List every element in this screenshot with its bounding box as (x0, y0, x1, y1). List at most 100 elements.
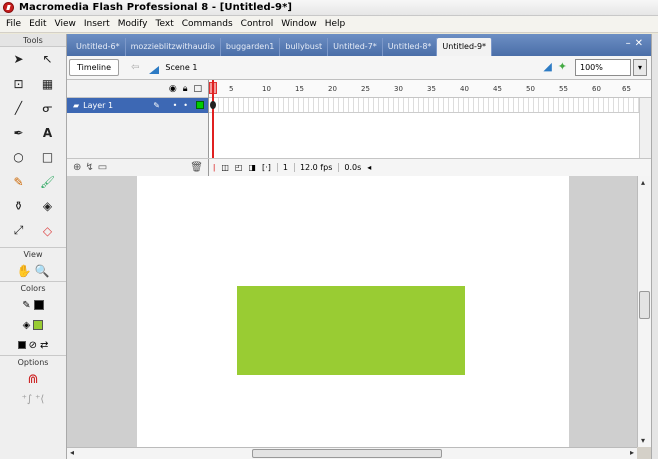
snap-magnet-icon[interactable]: ⋒ (28, 372, 39, 387)
scroll-right-icon[interactable]: ▸ (630, 448, 634, 457)
right-panel-edge[interactable] (651, 34, 658, 459)
frame-rate[interactable]: 12.0 fps (293, 163, 332, 172)
add-guide-icon[interactable]: ↯ (85, 162, 93, 173)
menu-window[interactable]: Window (277, 16, 321, 33)
scene-label[interactable]: Scene 1 (165, 63, 197, 72)
scroll-up-icon[interactable]: ▴ (641, 178, 645, 187)
fill-color-row: ◈ (0, 315, 66, 335)
zoom-tool-icon[interactable]: 🔍 (35, 264, 50, 278)
edit-symbol-icon[interactable]: ✦ (558, 60, 567, 73)
horizontal-scroll-thumb[interactable] (252, 449, 442, 458)
menu-help[interactable]: Help (321, 16, 350, 33)
view-tools: ✋ 🔍 (0, 261, 66, 281)
text-tool-icon[interactable]: A (33, 124, 62, 142)
layer-outline-box[interactable] (196, 101, 204, 109)
options-section-label: Options (0, 355, 66, 369)
lock-icon[interactable]: 🔒︎ (183, 84, 188, 94)
menu-modify[interactable]: Modify (114, 16, 152, 33)
ink-bottle-tool-icon[interactable]: ⚱ (4, 197, 33, 215)
ruler-tick: 35 (427, 85, 436, 93)
smooth-icon[interactable]: ⁺∫ (22, 394, 33, 405)
hand-tool-icon[interactable]: ✋ (17, 264, 32, 278)
no-color-icon[interactable]: ⊘ (29, 340, 37, 351)
oval-tool-icon[interactable]: ○ (4, 148, 33, 166)
doc-tab[interactable]: buggarden1 (221, 38, 281, 56)
keyframe[interactable] (210, 101, 216, 109)
stage-pasteboard[interactable] (67, 176, 637, 447)
rectangle-tool-icon[interactable]: □ (33, 148, 62, 166)
straighten-icon[interactable]: ⁺⟨ (35, 394, 44, 405)
brush-tool-icon[interactable]: 🖌 (33, 173, 62, 191)
stage-vertical-scrollbar[interactable]: ▴ ▾ (637, 176, 651, 447)
edit-scene-icon[interactable]: ◢ (543, 60, 551, 73)
black-white-icon[interactable] (17, 341, 26, 349)
stroke-color-row: ✎ (0, 295, 66, 315)
insert-folder-icon[interactable]: ▭ (98, 162, 107, 173)
doc-tab[interactable]: Untitled-8* (383, 38, 438, 56)
hscroll-left-icon[interactable]: ◂ (367, 163, 371, 172)
tools-header: Tools (0, 34, 66, 47)
ruler-tick: 65 (622, 85, 631, 93)
ruler-tick: 45 (493, 85, 502, 93)
menu-commands[interactable]: Commands (178, 16, 237, 33)
eraser-tool-icon[interactable]: ◇ (33, 222, 62, 240)
gradient-transform-tool-icon[interactable]: ▦ (33, 75, 62, 93)
onion-markers-icon[interactable]: [·] (262, 163, 271, 172)
vertical-scroll-thumb[interactable] (639, 291, 650, 319)
eye-icon[interactable]: ◉ (169, 84, 177, 94)
stage-horizontal-scrollbar[interactable]: ◂ ▸ (67, 447, 637, 459)
menu-edit[interactable]: Edit (25, 16, 50, 33)
back-arrow-icon[interactable]: ⇦ (131, 62, 139, 73)
pencil-tool-icon[interactable]: ✎ (4, 173, 33, 191)
timeline-vscroll[interactable] (639, 98, 651, 158)
doc-tab[interactable]: bullybust (280, 38, 329, 56)
eyedropper-tool-icon[interactable]: ⤢ (4, 222, 33, 240)
menu-view[interactable]: View (51, 16, 80, 33)
doc-tab[interactable]: mozzieblitzwithaudio (126, 38, 221, 56)
stroke-color-swatch[interactable] (33, 300, 44, 310)
timeline-toggle-button[interactable]: Timeline (69, 59, 120, 76)
zoom-input[interactable]: 100% (575, 59, 631, 76)
menu-file[interactable]: File (2, 16, 25, 33)
free-transform-tool-icon[interactable]: ⊡ (4, 75, 33, 93)
window-controls[interactable]: –​✕ (626, 38, 647, 49)
document-tabs: Untitled-6* mozzieblitzwithaudio buggard… (67, 34, 651, 56)
menu-insert[interactable]: Insert (80, 16, 114, 33)
document-window: Untitled-6* mozzieblitzwithaudio buggard… (67, 34, 651, 459)
stroke-pencil-icon: ✎ (22, 299, 31, 311)
green-rectangle[interactable] (237, 286, 465, 375)
selection-tool-icon[interactable]: ➤ (4, 50, 33, 68)
scroll-left-icon[interactable]: ◂ (70, 448, 74, 457)
menu-text[interactable]: Text (152, 16, 178, 33)
stage[interactable] (137, 176, 569, 447)
delete-layer-icon[interactable]: 🗑︎ (190, 162, 203, 173)
swap-colors-icon[interactable]: ⇄ (40, 340, 48, 351)
zoom-dropdown-icon[interactable]: ▾ (633, 59, 647, 76)
fill-color-swatch[interactable] (33, 320, 44, 330)
center-frame-icon[interactable]: ǀ (213, 163, 215, 172)
doc-tab-active[interactable]: Untitled-9* (437, 38, 493, 56)
frame-row[interactable] (209, 98, 639, 113)
paint-bucket-tool-icon[interactable]: ◈ (33, 197, 62, 215)
frame-ruler[interactable]: 5 10 15 20 25 30 35 40 45 50 55 60 65 (209, 80, 651, 98)
scroll-down-icon[interactable]: ▾ (641, 436, 645, 445)
playhead[interactable] (212, 80, 214, 158)
onion-skin-icon[interactable]: ◫ (221, 163, 229, 172)
line-tool-icon[interactable]: ╱ (4, 99, 33, 117)
lasso-tool-icon[interactable]: ᓂ (33, 99, 62, 117)
layer-dots[interactable]: •• (173, 101, 194, 110)
doc-tab[interactable]: Untitled-6* (71, 38, 126, 56)
insert-layer-icon[interactable]: ⊕ (73, 162, 81, 173)
layer-name[interactable]: Layer 1 (83, 101, 113, 110)
onion-outline-icon[interactable]: ◰ (235, 163, 243, 172)
layer-row[interactable]: ▰ Layer 1 ✎ •• (67, 98, 208, 113)
ruler-tick: 25 (361, 85, 370, 93)
outline-icon[interactable]: □ (193, 84, 202, 94)
pen-tool-icon[interactable]: ✒ (4, 124, 33, 142)
subselection-tool-icon[interactable]: ↖ (33, 50, 62, 68)
doc-tab[interactable]: Untitled-7* (328, 38, 383, 56)
ruler-tick: 40 (460, 85, 469, 93)
menu-control[interactable]: Control (237, 16, 278, 33)
ruler-tick: 50 (526, 85, 535, 93)
edit-multiple-icon[interactable]: ◨ (248, 163, 256, 172)
